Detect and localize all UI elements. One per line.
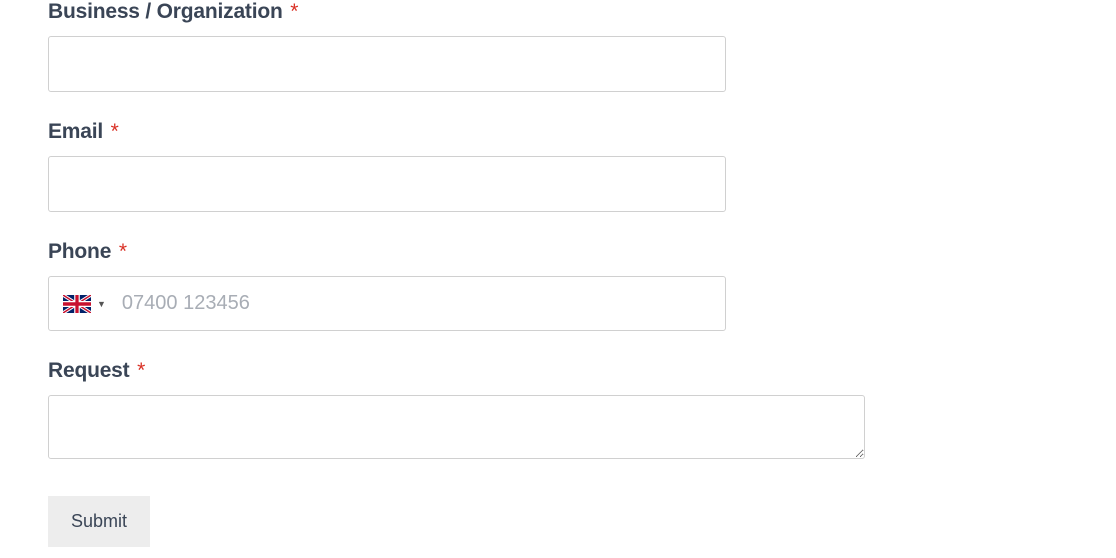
business-field-group: Business / Organization * bbox=[48, 0, 1068, 92]
business-label-text: Business / Organization bbox=[48, 0, 283, 23]
chevron-down-icon: ▼ bbox=[97, 299, 106, 309]
phone-label-text: Phone bbox=[48, 240, 111, 263]
required-mark: * bbox=[119, 240, 127, 263]
phone-input[interactable] bbox=[114, 277, 725, 330]
email-label: Email * bbox=[48, 120, 1068, 144]
required-mark: * bbox=[290, 0, 298, 23]
request-field-group: Request * bbox=[48, 359, 1068, 464]
request-label: Request * bbox=[48, 359, 1068, 383]
email-input[interactable] bbox=[48, 156, 726, 212]
business-label: Business / Organization * bbox=[48, 0, 1068, 24]
email-label-text: Email bbox=[48, 120, 103, 143]
required-mark: * bbox=[137, 359, 145, 382]
submit-button[interactable]: Submit bbox=[48, 496, 150, 547]
country-code-select[interactable]: ▼ bbox=[49, 277, 114, 330]
phone-input-wrapper: ▼ bbox=[48, 276, 726, 331]
phone-label: Phone * bbox=[48, 240, 1068, 264]
contact-form: Business / Organization * Email * Phone … bbox=[48, 0, 1068, 547]
email-field-group: Email * bbox=[48, 120, 1068, 212]
required-mark: * bbox=[111, 120, 119, 143]
request-label-text: Request bbox=[48, 359, 129, 382]
business-input[interactable] bbox=[48, 36, 726, 92]
request-textarea[interactable] bbox=[48, 395, 865, 459]
phone-field-group: Phone * ▼ bbox=[48, 240, 1068, 331]
uk-flag-icon bbox=[63, 295, 91, 313]
